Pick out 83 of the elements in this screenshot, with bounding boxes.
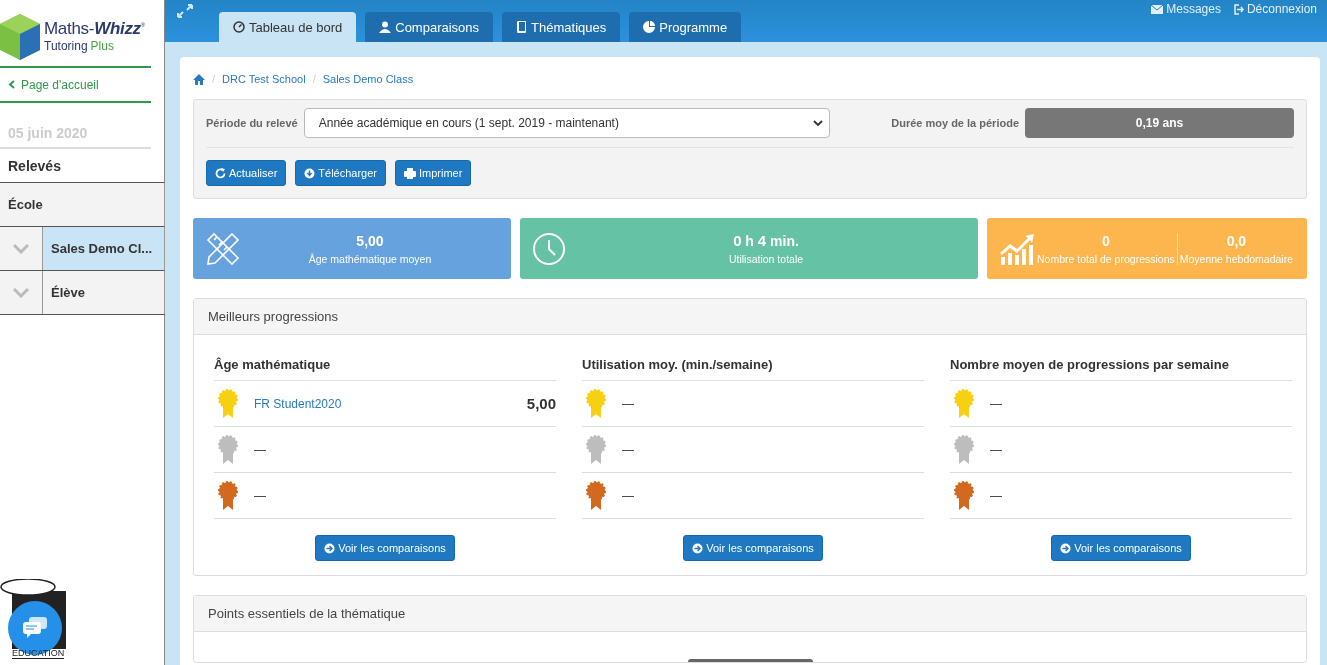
top-link[interactable]: Déconnexion xyxy=(1232,2,1317,16)
education-logo-text: EDUCATION xyxy=(12,648,65,659)
nav-tab[interactable]: Tableau de bord xyxy=(219,12,357,42)
chevron-down-icon xyxy=(13,243,29,254)
stat-value: 5,00 xyxy=(356,232,384,249)
toolbar-button[interactable]: Télécharger xyxy=(295,160,386,186)
period-select[interactable]: Année académique en cours (1 sept. 2019 - maintenant) xyxy=(303,108,830,138)
breadcrumb-link[interactable]: DRC Test School xyxy=(222,73,306,85)
stat-label: Utilisation totale xyxy=(728,253,804,265)
toolbar-button[interactable]: Imprimer xyxy=(395,160,472,186)
empty-value: — xyxy=(254,442,266,457)
empty-value: — xyxy=(990,442,1002,457)
clock-icon xyxy=(532,231,566,266)
chevron-left-icon xyxy=(8,80,15,89)
medal-icon xyxy=(586,480,606,511)
empty-value: — xyxy=(622,442,634,457)
gauge-icon xyxy=(233,21,245,33)
duration-label: Durée moy de la période xyxy=(891,117,1019,129)
column-heading: Âge mathématique xyxy=(214,349,556,381)
nav-tab[interactable]: Thématiques xyxy=(502,12,621,42)
chat-icon xyxy=(23,617,47,639)
student-link[interactable]: FR Student2020 xyxy=(254,396,511,411)
empty-value: — xyxy=(622,488,634,503)
expand-icon[interactable] xyxy=(177,4,193,18)
empty-value: — xyxy=(990,488,1002,503)
print-icon xyxy=(404,167,416,179)
compare-button[interactable]: Voir les comparaisons xyxy=(315,535,455,561)
mail-icon xyxy=(1151,4,1164,14)
chevron-down-icon xyxy=(13,287,29,298)
brand-title: Maths-Whizz$^{®}$ xyxy=(44,19,145,39)
compare-button[interactable]: Voir les comparaisons xyxy=(1051,535,1191,561)
medal-icon xyxy=(954,480,974,511)
refresh-icon xyxy=(215,167,226,179)
stat-label: Âge mathématique moyen xyxy=(308,252,432,265)
compare-button[interactable]: Voir les comparaisons xyxy=(683,535,823,561)
brand-subtitle-accent: Plus xyxy=(90,39,114,53)
score-value: 5,00 xyxy=(526,395,556,412)
medal-icon xyxy=(954,434,974,465)
book-icon xyxy=(516,21,528,33)
chat-button[interactable] xyxy=(8,601,62,655)
medal-icon xyxy=(218,388,238,419)
brand-subtitle: Tutoring xyxy=(44,39,88,53)
medal-icon xyxy=(218,434,238,465)
column-heading: Utilisation moy. (min./semaine) xyxy=(582,349,924,381)
nav-tab[interactable]: Programme xyxy=(629,12,742,42)
download-icon xyxy=(304,167,316,179)
period-label: Période du relevé xyxy=(206,117,298,129)
section-title: Relevés xyxy=(7,157,62,176)
medal-icon xyxy=(954,388,974,419)
panel-title: Meilleurs progressions xyxy=(194,299,1306,335)
stat-label: Nombre total de progressions xyxy=(1037,252,1175,265)
column-heading: Nombre moyen de progressions par semaine xyxy=(950,349,1292,381)
stat-label: Moyenne hebdomadaire xyxy=(1179,252,1293,265)
medal-icon xyxy=(218,480,238,511)
duration-value: 0,19 ans xyxy=(1025,108,1294,138)
stat-value: 0 h 4 min. xyxy=(733,232,799,249)
ruler-pencil-icon xyxy=(205,230,241,267)
nav-tab[interactable]: Comparaisons xyxy=(365,12,494,42)
pie-chart-icon xyxy=(643,21,656,33)
medal-icon xyxy=(586,388,606,419)
stat-value: 0 xyxy=(1101,232,1110,249)
stat-value: 0,0 xyxy=(1226,232,1247,249)
arrow-circle-icon xyxy=(324,542,336,554)
arrow-circle-icon xyxy=(1060,542,1072,554)
rising-chart-icon xyxy=(999,232,1035,265)
arrow-circle-icon xyxy=(692,542,704,554)
home-link[interactable]: Page d'accueil xyxy=(0,66,151,103)
user-icon xyxy=(379,21,392,33)
breadcrumb-separator: / xyxy=(312,73,316,85)
empty-value: — xyxy=(254,488,266,503)
logout-icon xyxy=(1232,3,1244,15)
toolbar-button[interactable]: Actualiser xyxy=(206,160,287,186)
top-link[interactable]: Messages xyxy=(1151,2,1221,16)
sidebar-item[interactable]: Sales Demo Cl... xyxy=(43,227,164,270)
empty-value: — xyxy=(622,396,634,411)
breadcrumb-separator: / xyxy=(212,73,216,85)
sidebar-item[interactable]: École xyxy=(0,183,164,226)
empty-value: — xyxy=(990,396,1002,411)
chevron-down-icon xyxy=(812,119,823,127)
panel-title: Points essentiels de la thématique xyxy=(194,596,1306,632)
medal-icon xyxy=(586,434,606,465)
breadcrumb-link[interactable]: Sales Demo Class xyxy=(322,73,414,85)
home-icon[interactable] xyxy=(193,73,205,85)
